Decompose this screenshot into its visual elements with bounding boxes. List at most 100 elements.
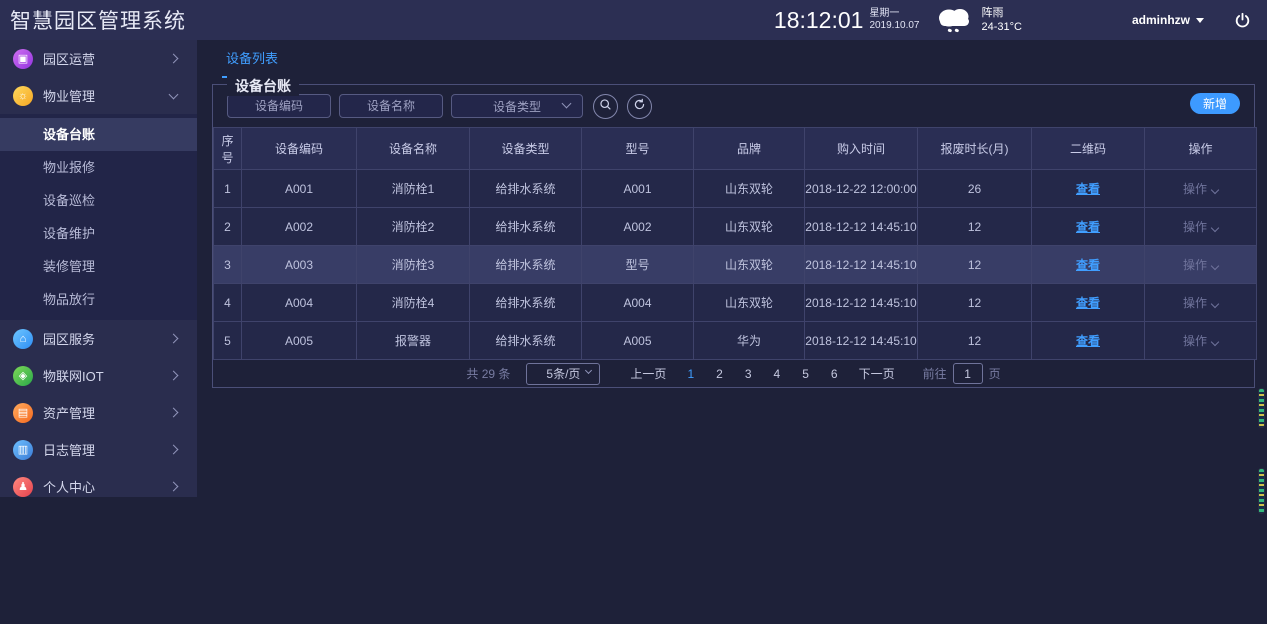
sidebar-item-label: 个人中心 <box>43 477 95 496</box>
prev-page-button[interactable]: 上一页 <box>630 365 666 382</box>
cell-name: 报警器 <box>357 322 470 360</box>
panel-title: 设备台账 <box>227 76 299 96</box>
sidebar-subitem-device-inspection[interactable]: 设备巡检 <box>0 184 197 217</box>
row-actions-dropdown[interactable]: 操作 <box>1183 296 1218 310</box>
col-header-scrap-months: 报废时长(月) <box>918 128 1032 170</box>
username-label: adminhzw <box>1132 13 1190 27</box>
jump-prefix-label: 前往 <box>923 365 947 382</box>
col-header-actions: 操作 <box>1145 128 1257 170</box>
table-row: 2 A002 消防栓2 给排水系统 A002 山东双轮 2018-12-12 1… <box>214 208 1257 246</box>
sidebar-item-property-management[interactable]: ☼ 物业管理 <box>0 77 197 114</box>
caret-down-icon <box>1196 18 1204 23</box>
sidebar-subitem-device-maintenance[interactable]: 设备维护 <box>0 217 197 250</box>
cell-code: A004 <box>242 284 357 322</box>
total-count-label: 共 29 条 <box>466 365 510 382</box>
device-name-input[interactable] <box>339 94 443 118</box>
chevron-right-icon <box>169 482 179 492</box>
cell-code: A003 <box>242 246 357 284</box>
row-actions-dropdown[interactable]: 操作 <box>1183 334 1218 348</box>
jump-suffix-label: 页 <box>989 365 1001 382</box>
cloud-rain-icon <box>934 5 976 36</box>
page-number-3[interactable]: 3 <box>745 367 752 381</box>
device-type-select[interactable]: 设备类型 <box>451 94 583 118</box>
cell-model: A002 <box>582 208 694 246</box>
clock: 18:12:01 <box>774 7 864 34</box>
app-title: 智慧园区管理系统 <box>10 5 186 35</box>
sidebar-item-label: 资产管理 <box>43 403 95 422</box>
sidebar-item-personal-center[interactable]: ♟ 个人中心 <box>0 468 197 505</box>
user-menu[interactable]: adminhzw <box>1132 13 1204 27</box>
app-root: 智慧园区管理系统 18:12:01 星期一 2019.10.07 阵雨 24-3… <box>0 0 1267 624</box>
sidebar-item-log-management[interactable]: ▥ 日志管理 <box>0 431 197 468</box>
sidebar-subitem-decoration-management[interactable]: 装修管理 <box>0 250 197 283</box>
add-button[interactable]: 新增 <box>1190 93 1240 114</box>
view-qrcode-link[interactable]: 查看 <box>1076 334 1100 348</box>
cell-code: A001 <box>242 170 357 208</box>
cell-scrap-months: 12 <box>918 208 1032 246</box>
tab-device-list[interactable]: 设备列表 <box>222 48 282 78</box>
sidebar-subitem-device-ledger[interactable]: 设备台账 <box>0 118 197 151</box>
search-icon <box>599 98 612 114</box>
cell-index: 5 <box>214 322 242 360</box>
sidebar-item-label: 日志管理 <box>43 440 95 459</box>
cell-index: 4 <box>214 284 242 322</box>
chevron-down-icon <box>1211 300 1219 308</box>
page-number-1[interactable]: 1 <box>687 367 694 381</box>
cell-scrap-months: 12 <box>918 284 1032 322</box>
sidebar-item-park-service[interactable]: ⌂ 园区服务 <box>0 320 197 357</box>
device-type-select-value: 设备类型 <box>493 98 541 115</box>
sidebar-subitem-item-release[interactable]: 物品放行 <box>0 283 197 316</box>
power-icon[interactable] <box>1234 12 1251 29</box>
cell-purchase-time: 2018-12-22 12:00:00 <box>805 170 918 208</box>
sidebar-item-park-operation[interactable]: ▣ 园区运营 <box>0 40 197 77</box>
sidebar: ▣ 园区运营 ☼ 物业管理 设备台账 物业报修 设备巡检 设备维护 装修管理 物… <box>0 40 197 497</box>
cell-purchase-time: 2018-12-12 14:45:10 <box>805 246 918 284</box>
page-number-6[interactable]: 6 <box>831 367 838 381</box>
page-number-5[interactable]: 5 <box>802 367 809 381</box>
weekday-label: 星期一 <box>869 8 919 21</box>
property-management-icon: ☼ <box>13 86 33 106</box>
refresh-icon <box>633 98 646 114</box>
row-actions-dropdown[interactable]: 操作 <box>1183 182 1218 196</box>
jump-page-input[interactable] <box>953 363 983 384</box>
cell-index: 3 <box>214 246 242 284</box>
view-qrcode-link[interactable]: 查看 <box>1076 182 1100 196</box>
table-row: 4 A004 消防栓4 给排水系统 A004 山东双轮 2018-12-12 1… <box>214 284 1257 322</box>
cell-purchase-time: 2018-12-12 14:45:10 <box>805 208 918 246</box>
main-content: 设备列表 设备台账 设备类型 <box>197 40 1267 624</box>
cell-name: 消防栓2 <box>357 208 470 246</box>
sidebar-subitem-property-repair[interactable]: 物业报修 <box>0 151 197 184</box>
tab-bar: 设备列表 <box>197 40 1267 82</box>
view-qrcode-link[interactable]: 查看 <box>1076 220 1100 234</box>
cell-model: A001 <box>582 170 694 208</box>
sidebar-item-iot[interactable]: ◈ 物联网IOT <box>0 357 197 394</box>
cell-code: A002 <box>242 208 357 246</box>
col-header-name: 设备名称 <box>357 128 470 170</box>
date-block: 星期一 2019.10.07 <box>869 8 919 33</box>
weather-condition: 阵雨 <box>982 6 1022 20</box>
page-size-select[interactable]: 5条/页 <box>526 363 600 385</box>
cell-index: 1 <box>214 170 242 208</box>
chevron-down-icon <box>1211 224 1219 232</box>
page-number-4[interactable]: 4 <box>774 367 781 381</box>
row-actions-dropdown[interactable]: 操作 <box>1183 258 1218 272</box>
property-management-submenu: 设备台账 物业报修 设备巡检 设备维护 装修管理 物品放行 <box>0 114 197 320</box>
view-qrcode-link[interactable]: 查看 <box>1076 296 1100 310</box>
device-table: 序号 设备编码 设备名称 设备类型 型号 品牌 购入时间 报废时长(月) 二维码… <box>213 127 1257 360</box>
actions-label: 操作 <box>1183 258 1207 272</box>
device-code-input[interactable] <box>227 94 331 118</box>
search-button[interactable] <box>593 94 618 119</box>
cell-brand: 山东双轮 <box>694 170 805 208</box>
sidebar-item-asset-management[interactable]: ▤ 资产管理 <box>0 394 197 431</box>
page-number-2[interactable]: 2 <box>716 367 723 381</box>
row-actions-dropdown[interactable]: 操作 <box>1183 220 1218 234</box>
chevron-right-icon <box>169 54 179 64</box>
cell-type: 给排水系统 <box>470 170 582 208</box>
view-qrcode-link[interactable]: 查看 <box>1076 258 1100 272</box>
actions-label: 操作 <box>1183 334 1207 348</box>
next-page-button[interactable]: 下一页 <box>859 365 895 382</box>
chevron-down-icon <box>585 366 592 373</box>
chevron-down-icon <box>1211 262 1219 270</box>
refresh-button[interactable] <box>627 94 652 119</box>
scrollbar-artifact <box>1258 388 1265 428</box>
